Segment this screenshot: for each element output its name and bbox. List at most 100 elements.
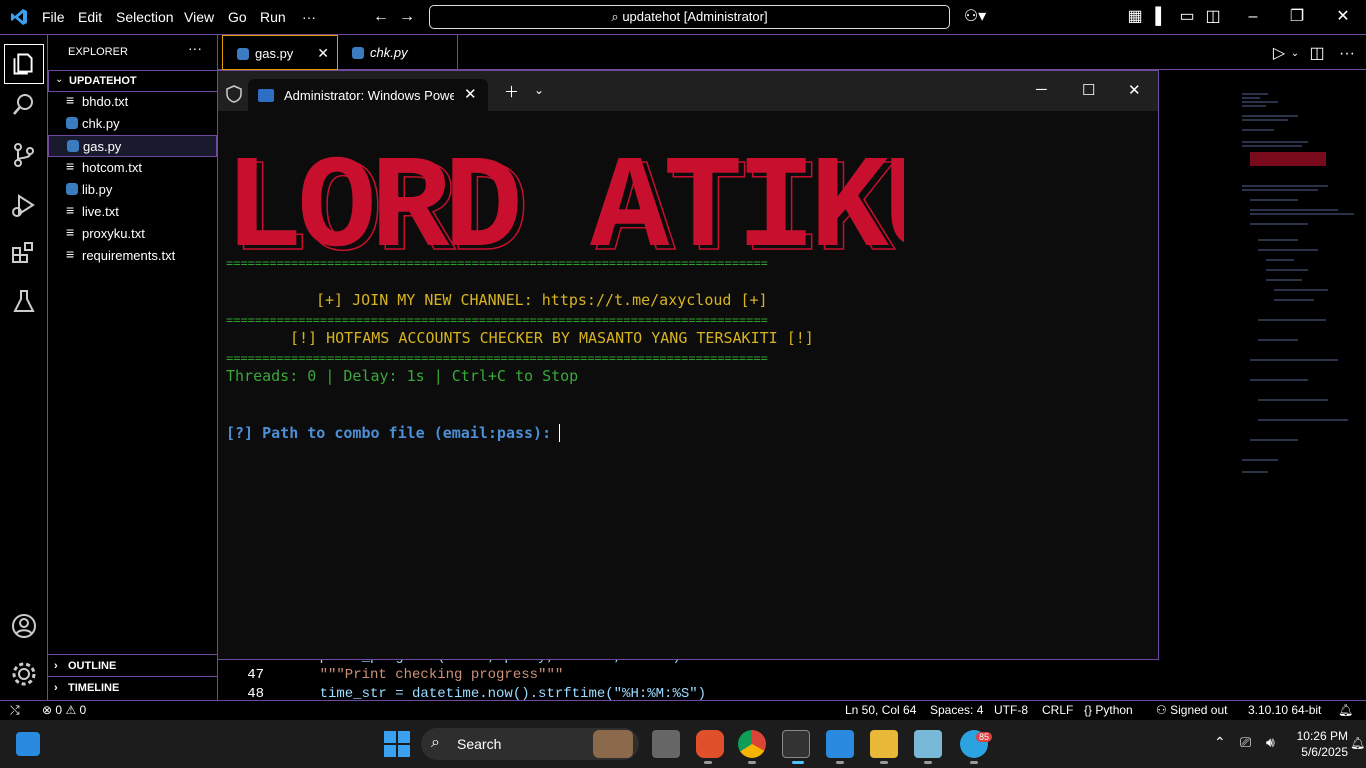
search-text: updatehot [Administrator] [622,9,768,24]
terminal-window[interactable]: Administrator: Windows PowerShell ✕ ＋ ⌄ … [217,70,1159,660]
copilot-icon[interactable]: ⚇▾ [962,8,988,26]
notifications-bell-icon[interactable]: 🔔︎ [1338,703,1353,717]
explorer-more-button[interactable]: ··· [188,40,202,56]
menu-edit[interactable]: Edit [78,9,102,25]
search-view-icon[interactable] [10,91,38,119]
menu-go[interactable]: Go [228,9,247,25]
split-editor-icon[interactable]: ◫ [1308,45,1326,63]
menu-selection[interactable]: Selection [116,9,174,25]
file-label: proxyku.txt [82,226,145,241]
menu-run[interactable]: Run [260,9,286,25]
line-ending[interactable]: CRLF [1042,703,1073,717]
file-item-proxyku[interactable]: proxyku.txt [48,223,217,245]
tab-label: gas.py [255,46,294,61]
forward-arrow-icon[interactable]: → [398,8,416,26]
minimap[interactable] [1238,90,1358,480]
notepad-icon[interactable] [914,730,942,758]
taskbar-search[interactable]: ⌕ Search [421,728,639,760]
toggle-sidebar-icon[interactable]: ▌ [1152,8,1170,26]
terminal-tab[interactable]: Administrator: Windows PowerShell ✕ [248,79,488,111]
close-tab-icon[interactable]: ✕ [317,45,329,62]
volume-icon[interactable]: 🔊︎ [1266,734,1275,751]
file-item-chk[interactable]: chk.py [48,113,217,135]
minimize-icon[interactable]: ─ [1036,81,1047,98]
settings-gear-icon[interactable] [10,660,38,688]
terminal-output[interactable]: LORD ATIKU LORD ATIKU ==================… [218,111,1158,659]
explorer-files-icon[interactable] [4,44,44,84]
chrome-icon[interactable] [738,730,766,758]
widgets-icon[interactable] [16,732,40,756]
explorer-sidebar: EXPLORER ··· ⌄ UPDATEHOT bhdo.txt chk.py… [48,35,218,720]
python-interpreter[interactable]: 3.10.10 64-bit [1248,703,1321,717]
file-item-bhdo[interactable]: bhdo.txt [48,91,217,113]
testing-flask-icon[interactable] [10,287,38,315]
minimize-icon[interactable]: – [1244,8,1262,26]
clock-time: 10:26 PM [1296,729,1348,743]
run-debug-icon[interactable] [10,191,38,219]
separator-line: ========================================… [226,313,768,327]
toggle-panel-icon[interactable]: ▭ [1178,8,1196,26]
menu-more[interactable]: ··· [302,9,316,25]
problems-indicator[interactable]: ⊗ 0 ⚠ 0 [42,703,86,717]
close-window-icon[interactable]: ✕ [1128,81,1141,99]
chevron-down-icon[interactable]: ⌄ [1286,45,1304,63]
checker-title-line: [!] HOTFAMS ACCOUNTS CHECKER BY MASANTO … [290,329,814,347]
brave-browser-icon[interactable] [696,730,724,758]
tab-gas-py[interactable]: gas.py ✕ [222,35,338,70]
encoding[interactable]: UTF-8 [994,703,1028,717]
python-file-icon [237,48,249,60]
new-tab-plus-icon[interactable]: ＋ [504,81,519,102]
menu-view[interactable]: View [184,9,214,25]
outline-section[interactable]: › OUTLINE [48,654,218,676]
close-tab-icon[interactable]: ✕ [464,85,477,103]
maximize-icon[interactable]: ☐ [1082,81,1095,99]
indentation[interactable]: Spaces: 4 [930,703,983,717]
language-mode[interactable]: {} Python [1084,703,1133,717]
file-item-requirements[interactable]: requirements.txt [48,245,217,267]
vscode-app-icon[interactable] [826,730,854,758]
restore-icon[interactable]: ❐ [1288,8,1306,26]
chevron-down-icon[interactable]: ⌄ [534,83,544,97]
vscode-logo-icon [11,9,27,25]
close-window-icon[interactable]: ✕ [1334,8,1352,26]
copilot-status[interactable]: ⚇ Signed out [1156,703,1228,717]
python-file-icon [352,47,364,59]
file-item-lib[interactable]: lib.py [48,179,217,201]
toggle-secondary-sidebar-icon[interactable]: ◫ [1204,8,1222,26]
text-file-icon [66,246,78,262]
file-item-gas[interactable]: gas.py [48,135,217,157]
banner-fill-text: LORD ATIKU [224,135,904,255]
timeline-section[interactable]: › TIMELINE [48,676,218,698]
cursor-position[interactable]: Ln 50, Col 64 [845,703,916,717]
back-arrow-icon[interactable]: ← [372,8,390,26]
copilot-icon: ⚇ [1156,703,1167,717]
menu-file[interactable]: File [42,9,65,25]
notification-bell-icon[interactable]: 🔔︎ [1350,736,1365,750]
file-explorer-icon[interactable] [870,730,898,758]
command-center-search[interactable]: ⌕ updatehot [Administrator] [429,5,950,29]
terminal-app-icon[interactable] [782,730,810,758]
tab-chk-py[interactable]: chk.py [338,35,458,70]
network-icon[interactable]: ⎚ [1240,734,1251,751]
accounts-icon[interactable] [10,612,38,640]
file-label: requirements.txt [82,248,176,263]
customize-layout-icon[interactable]: ▦ [1126,8,1144,26]
error-count: 0 [55,703,63,717]
warning-count: 0 [79,703,87,717]
folder-root-row[interactable]: ⌄ UPDATEHOT [48,70,218,92]
error-icon: ⊗ [42,703,53,717]
file-item-hotcom[interactable]: hotcom.txt [48,157,217,179]
file-item-live[interactable]: live.txt [48,201,217,223]
remote-indicator-icon[interactable]: ⤭ [10,703,20,718]
tray-chevron-up-icon[interactable]: ⌃ [1214,734,1226,751]
windows-start-icon[interactable] [383,730,411,758]
task-view-icon[interactable] [652,730,680,758]
more-actions-icon[interactable]: ··· [1338,45,1356,63]
combo-path-prompt[interactable]: [?] Path to combo file (email:pass): [226,424,560,442]
system-clock[interactable]: 10:26 PM 5/6/2025 [1296,728,1348,760]
app-indicator [924,761,932,764]
file-label: lib.py [82,182,113,197]
telegram-badge: 85 [976,732,993,742]
source-control-icon[interactable] [10,141,38,169]
extensions-icon[interactable] [10,239,38,267]
